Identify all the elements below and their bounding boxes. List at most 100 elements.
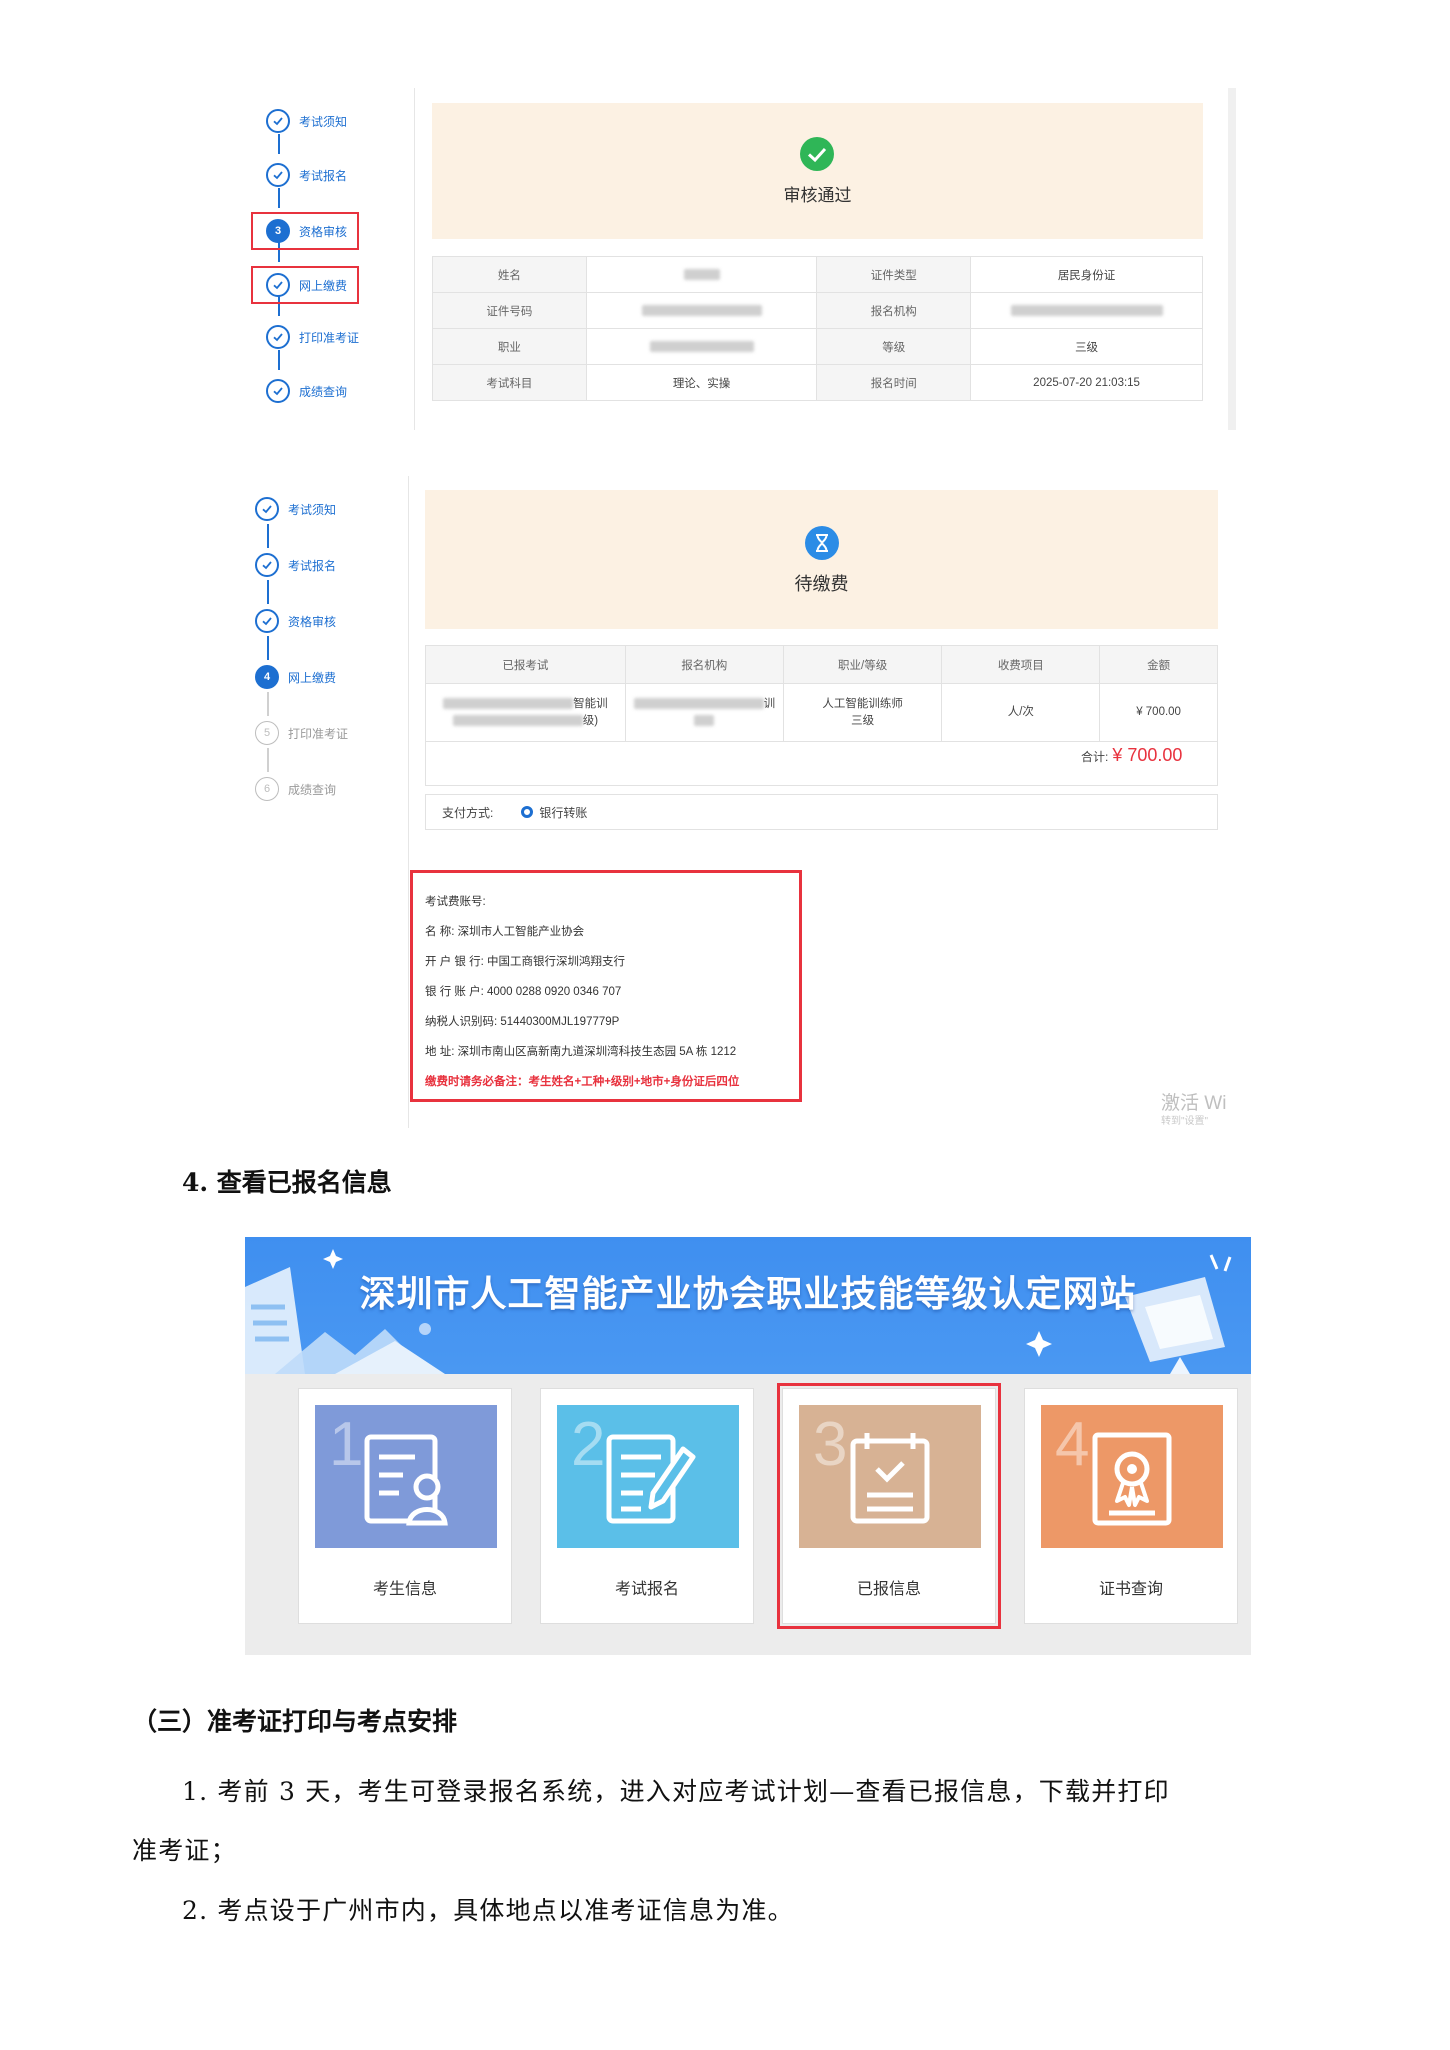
org-name-fragment: 训 [763, 697, 776, 710]
card-registered-info[interactable]: 3 已报信息 [777, 1383, 1001, 1629]
total-amount: ¥ 700.00 [1112, 745, 1183, 765]
column-header: 已报考试 [425, 645, 626, 684]
fee-table: 已报考试 报名机构 职业/等级 收费项目 金额 智能训 级) 训 人工智能训练师… [425, 645, 1218, 742]
card-candidate-info[interactable]: 1 考生信息 [298, 1388, 512, 1624]
check-icon [266, 379, 290, 403]
step-number-badge: 6 [255, 777, 279, 801]
account-heading: 考试费账号: [425, 896, 486, 908]
step-exam-notice[interactable]: 考试须知 [266, 106, 347, 136]
card-label: 证书查询 [1098, 1581, 1163, 1598]
step-label: 打印准考证 [288, 726, 349, 741]
step-label: 资格审核 [288, 614, 337, 629]
hourglass-icon [805, 526, 839, 560]
step-connector [267, 580, 269, 604]
panel-edge [1228, 88, 1236, 430]
account-tax-id: 纳税人识别码: 51440300MJL197779P [425, 1016, 620, 1028]
applicant-info-table: 姓名 证件类型 居民身份证 证件号码 报名机构 职业 等级 三级 考试科目 理论… [432, 256, 1203, 401]
step-print-admission[interactable]: 打印准考证 [266, 322, 359, 352]
progress-steps-1: 考试须知 考试报名 3 资格审核 网上缴费 打印准考证 成绩查询 [251, 106, 416, 416]
charge-amount: ¥ 700.00 [1099, 683, 1218, 742]
column-header: 报名机构 [624, 645, 784, 684]
account-address: 地 址: 深圳市南山区高新南九道深圳湾科技生态园 5A 栋 1212 [425, 1046, 737, 1058]
info-value-redacted [585, 328, 818, 365]
step-label: 网上缴费 [288, 670, 337, 685]
step-label: 资格审核 [299, 224, 348, 239]
account-bank: 开 户 银 行: 中国工商银行深圳鸿翔支行 [425, 956, 625, 968]
info-key: 考试科目 [432, 364, 587, 401]
progress-steps-2: 考试须知 考试报名 资格审核 4 网上缴费 5 打印准考证 6 成绩查询 [255, 494, 405, 814]
occupation-name: 人工智能训练师 [822, 697, 903, 710]
step-score-query[interactable]: 成绩查询 [266, 376, 347, 406]
step-exam-registration[interactable]: 考试报名 [255, 550, 336, 580]
bank-account-info: 考试费账号: 名 称: 深圳市人工智能产业协会 开 户 银 行: 中国工商银行深… [410, 870, 802, 1102]
step-exam-notice[interactable]: 考试须知 [255, 494, 336, 524]
card-certificate-query[interactable]: 4 证书查询 [1024, 1388, 1238, 1624]
card-exam-registration[interactable]: 2 考试报名 [540, 1388, 754, 1624]
info-key: 等级 [816, 328, 972, 365]
section-heading: 4. 查看已报名信息 [182, 1168, 392, 1197]
step-connector [267, 748, 269, 772]
step-number-badge: 4 [255, 665, 279, 689]
info-key: 报名时间 [816, 364, 972, 401]
occupation-level: 人工智能训练师 三级 [782, 683, 943, 742]
fee-total: 合计: ¥ 700.00 [1081, 745, 1182, 766]
card-label: 考试报名 [614, 1581, 679, 1598]
registered-info-tile: 3 [799, 1405, 981, 1548]
check-icon [266, 325, 290, 349]
step-label: 打印准考证 [299, 330, 360, 345]
card-label: 已报信息 [856, 1581, 921, 1598]
column-header: 金额 [1099, 645, 1218, 684]
exam-name-fragment: 级) [582, 714, 599, 727]
check-icon [255, 553, 279, 577]
step-online-payment[interactable]: 4 网上缴费 [255, 662, 336, 692]
table-row: 职业 等级 三级 [432, 328, 1203, 365]
exam-registration-tile: 2 [557, 1405, 739, 1548]
step-label: 考试报名 [288, 558, 337, 573]
step-qualification-review[interactable]: 3 资格审核 [251, 212, 360, 250]
status-title: 待缴费 [794, 574, 849, 594]
occupation-level-value: 三级 [851, 714, 875, 727]
info-value: 理论、实操 [585, 364, 818, 401]
info-value: 2025-07-20 21:03:15 [970, 364, 1203, 401]
calendar-check-icon [850, 1433, 930, 1524]
step-number-badge: 5 [255, 721, 279, 745]
exam-name-fragment: 智能训 [573, 697, 608, 710]
table-row: 智能训 级) 训 人工智能训练师 三级 人/次 ¥ 700.00 [425, 683, 1218, 742]
paragraph-1-line-2: 准考证； [132, 1836, 237, 1865]
step-label: 考试报名 [299, 168, 348, 183]
info-value: 居民身份证 [970, 256, 1203, 293]
certificate-query-tile: 4 [1041, 1405, 1223, 1548]
step-qualification-review[interactable]: 资格审核 [255, 606, 336, 636]
activation-watermark-sub: 转到"设置" [1161, 1116, 1209, 1127]
account-name: 名 称: 深圳市人工智能产业协会 [425, 926, 585, 938]
success-check-icon [800, 137, 834, 171]
payment-method-label: 支付方式: [442, 805, 494, 820]
step-print-admission[interactable]: 5 打印准考证 [255, 718, 348, 748]
info-value-redacted [585, 256, 818, 293]
info-key: 报名机构 [816, 292, 972, 329]
step-connector [278, 134, 280, 154]
table-row: 姓名 证件类型 居民身份证 [432, 256, 1203, 293]
account-number: 银 行 账 户: 4000 0288 0920 0346 707 [425, 986, 622, 998]
step-connector [278, 188, 280, 208]
candidate-info-tile: 1 [315, 1405, 497, 1548]
step-label: 成绩查询 [288, 782, 337, 797]
profile-document-icon [364, 1434, 448, 1526]
info-key: 证件号码 [432, 292, 587, 329]
radio-selected-icon[interactable] [521, 806, 534, 818]
payment-option-bank-transfer[interactable]: 银行转账 [539, 804, 587, 821]
step-label: 考试须知 [299, 114, 348, 129]
paragraph-2: 2. 考点设于广州市内，具体地点以准考证信息为准。 [182, 1896, 794, 1925]
exam-name-redacted: 智能训 级) [425, 683, 626, 742]
column-header: 收费项目 [941, 645, 1101, 684]
step-connector [267, 636, 269, 660]
step-online-payment[interactable]: 网上缴费 [251, 266, 360, 304]
check-icon [255, 609, 279, 633]
step-exam-registration[interactable]: 考试报名 [266, 160, 347, 190]
step-connector [267, 692, 269, 716]
info-key: 职业 [432, 328, 587, 365]
info-value: 三级 [970, 328, 1203, 365]
review-status-banner: 审核通过 [432, 103, 1203, 239]
step-score-query[interactable]: 6 成绩查询 [255, 774, 336, 804]
panel-divider [414, 88, 415, 430]
